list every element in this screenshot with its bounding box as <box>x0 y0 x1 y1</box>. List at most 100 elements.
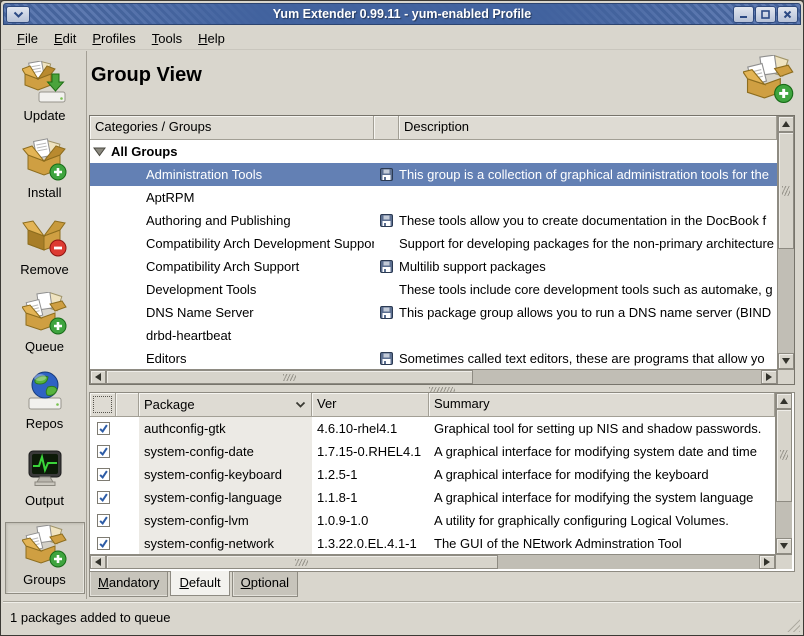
package-row[interactable]: authconfig-gtk 4.6.10-rhel4.1 Graphical … <box>90 417 775 440</box>
scrollbar-thumb[interactable] <box>106 555 498 569</box>
group-row[interactable]: AptRPM <box>90 186 777 209</box>
package-summary: A graphical interface for modifying syst… <box>429 444 775 459</box>
column-header-package[interactable]: Package <box>139 393 312 417</box>
column-header-description[interactable]: Description <box>399 116 777 140</box>
group-row[interactable]: Administration Tools This group is a col… <box>90 163 777 186</box>
sidebar: Update Install <box>3 51 87 599</box>
package-row[interactable]: system-config-keyboard 1.2.5-1 A graphic… <box>90 463 775 486</box>
sidebar-item-groups[interactable]: Groups <box>5 522 85 594</box>
arrow-right-icon <box>766 373 772 381</box>
menu-item-profiles[interactable]: Profiles <box>89 29 138 48</box>
package-row[interactable]: system-config-network 1.3.22.0.EL.4.1-1 … <box>90 532 775 554</box>
scrollbar-thumb[interactable] <box>778 132 794 249</box>
group-row[interactable]: All Groups <box>90 140 777 163</box>
package-checkbox[interactable] <box>97 537 110 550</box>
packages-vertical-scrollbar[interactable] <box>775 393 792 554</box>
grip-icon <box>782 186 790 196</box>
package-installed-icon <box>380 306 393 319</box>
sidebar-item-output[interactable]: Output <box>5 445 85 522</box>
tab-default[interactable]: Default <box>170 571 229 596</box>
group-description: This package group allows you to run a D… <box>399 305 777 320</box>
column-header-spacer[interactable] <box>116 393 139 417</box>
group-label: Administration Tools <box>146 167 262 182</box>
group-description: Sometimes called text editors, these are… <box>399 351 777 366</box>
sidebar-item-remove[interactable]: Remove <box>5 214 85 291</box>
package-name: system-config-language <box>139 486 312 509</box>
group-row[interactable]: Development Tools These tools include co… <box>90 278 777 301</box>
group-row[interactable]: Editors Sometimes called text editors, t… <box>90 347 777 369</box>
tab-optional[interactable]: Optional <box>232 572 298 597</box>
sidebar-item-queue[interactable]: Queue <box>5 291 85 368</box>
package-checkbox[interactable] <box>97 422 110 435</box>
package-checkbox[interactable] <box>97 468 110 481</box>
group-row[interactable]: Compatibility Arch Support Multilib supp… <box>90 255 777 278</box>
menubar: File Edit Profiles Tools Help <box>3 27 801 50</box>
scroll-down-button[interactable] <box>778 353 794 369</box>
packages-horizontal-scrollbar[interactable] <box>90 554 775 569</box>
groups-horizontal-scrollbar[interactable] <box>90 369 777 384</box>
package-installed-icon <box>380 260 393 273</box>
sidebar-item-install[interactable]: Install <box>5 137 85 214</box>
menu-item-edit[interactable]: Edit <box>51 29 79 48</box>
scroll-up-button[interactable] <box>778 116 794 132</box>
sidebar-item-repos[interactable]: Repos <box>5 368 85 445</box>
sidebar-item-label: Repos <box>26 416 64 431</box>
package-row[interactable]: system-config-language 1.1.8-1 A graphic… <box>90 486 775 509</box>
page-title: Group View <box>91 64 202 87</box>
package-checkbox[interactable] <box>97 491 110 504</box>
scroll-down-button[interactable] <box>776 538 792 554</box>
column-header-categories[interactable]: Categories / Groups <box>90 116 374 140</box>
sort-descending-icon <box>295 401 306 408</box>
package-type-tabs: Mandatory Default Optional <box>89 572 300 597</box>
menu-item-tools[interactable]: Tools <box>149 29 185 48</box>
package-checkbox[interactable] <box>97 445 110 458</box>
minimize-icon <box>739 10 748 19</box>
package-version: 1.7.15-0.RHEL4.1 <box>312 444 429 459</box>
sidebar-item-update[interactable]: Update <box>5 60 85 137</box>
menu-item-file[interactable]: File <box>14 29 41 48</box>
resize-grip[interactable] <box>783 615 800 632</box>
tab-mandatory[interactable]: Mandatory <box>89 572 168 597</box>
group-label: drbd-heartbeat <box>146 328 231 343</box>
package-row[interactable]: system-config-lvm 1.0.9-1.0 A utility fo… <box>90 509 775 532</box>
package-name: system-config-lvm <box>139 509 312 532</box>
scroll-left-button[interactable] <box>90 370 106 384</box>
sidebar-item-label: Update <box>24 108 66 123</box>
minimize-button[interactable] <box>733 6 754 23</box>
column-header-ver[interactable]: Ver <box>312 393 429 417</box>
group-row[interactable]: drbd-heartbeat <box>90 324 777 347</box>
group-description: These tools include core development too… <box>399 282 777 297</box>
scroll-right-button[interactable] <box>761 370 777 384</box>
scroll-up-button[interactable] <box>776 393 792 409</box>
package-checkbox[interactable] <box>97 514 110 527</box>
packages-notebook: Package Ver Summary authconfig-gtk 4.6.1… <box>89 392 795 572</box>
titlebar[interactable]: Yum Extender 0.99.11 - yum-enabled Profi… <box>3 3 801 25</box>
package-summary: A graphical interface for modifying the … <box>429 467 775 482</box>
package-row[interactable]: system-config-date 1.7.15-0.RHEL4.1 A gr… <box>90 440 775 463</box>
expander-open-icon[interactable] <box>93 147 106 157</box>
scrollbar-thumb[interactable] <box>106 370 473 384</box>
maximize-button[interactable] <box>755 6 776 23</box>
groups-vertical-scrollbar[interactable] <box>777 116 794 369</box>
window-title: Yum Extender 0.99.11 - yum-enabled Profi… <box>4 4 800 24</box>
group-row[interactable]: Compatibility Arch Development Support S… <box>90 232 777 255</box>
grip-icon <box>780 450 788 460</box>
column-header-summary[interactable]: Summary <box>429 393 775 417</box>
sidebar-item-label: Remove <box>20 262 68 277</box>
sidebar-item-label: Install <box>28 185 62 200</box>
checkmark-icon <box>98 446 109 457</box>
column-header-checkbox[interactable] <box>90 393 116 417</box>
group-row[interactable]: Authoring and Publishing These tools all… <box>90 209 777 232</box>
close-button[interactable] <box>777 6 798 23</box>
group-description: Multilib support packages <box>399 259 777 274</box>
group-row[interactable]: DNS Name Server This package group allow… <box>90 301 777 324</box>
scroll-right-button[interactable] <box>759 555 775 569</box>
focus-rectangle <box>93 396 112 413</box>
grip-icon <box>283 374 296 381</box>
scroll-left-button[interactable] <box>90 555 106 569</box>
menu-item-help[interactable]: Help <box>195 29 228 48</box>
column-header-icon[interactable] <box>374 116 399 140</box>
group-label: Compatibility Arch Support <box>146 259 299 274</box>
sidebar-item-label: Output <box>25 493 64 508</box>
scrollbar-thumb[interactable] <box>776 409 792 502</box>
